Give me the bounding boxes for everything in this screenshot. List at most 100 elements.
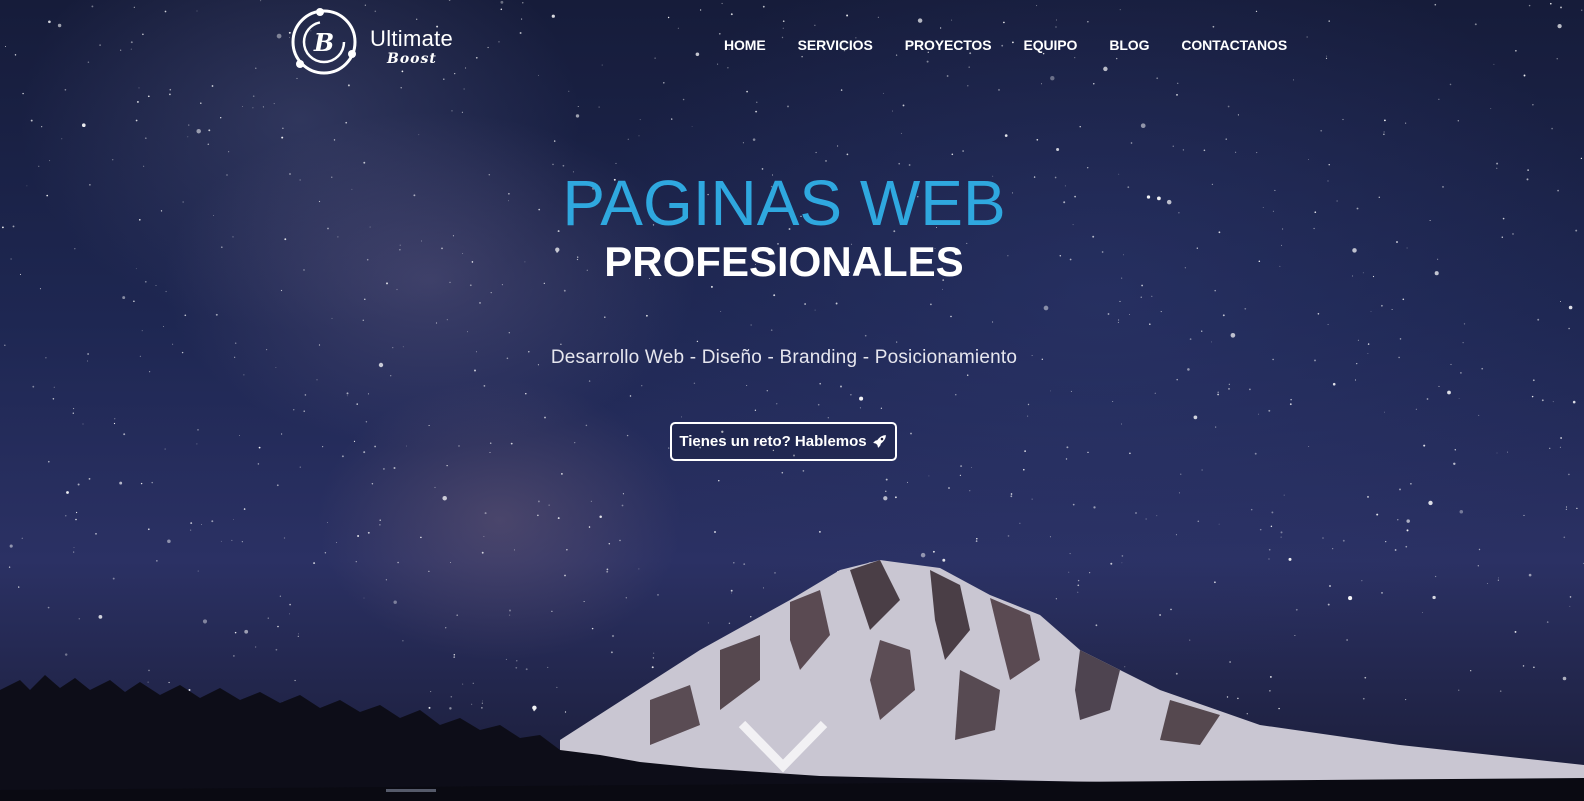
star: [900, 132, 902, 134]
nav-blog[interactable]: BLOG: [1109, 37, 1149, 53]
star: [894, 496, 897, 499]
star: [76, 511, 78, 514]
star: [1201, 469, 1203, 471]
star: [260, 0, 262, 2]
nav-proyectos[interactable]: PROYECTOS: [905, 37, 992, 53]
star: [548, 504, 550, 506]
logo-orbit-icon: B: [291, 8, 357, 75]
star: [1406, 529, 1409, 532]
star: [1532, 379, 1535, 382]
star: [142, 33, 144, 36]
star: [1575, 229, 1578, 232]
star: [837, 145, 839, 147]
star: [1290, 398, 1292, 401]
star: [211, 520, 214, 523]
star: [281, 136, 284, 139]
star: [500, 8, 503, 11]
star: [48, 460, 50, 463]
star: [641, 385, 643, 387]
star: [1438, 98, 1440, 100]
star: [448, 0, 451, 1]
star: [782, 20, 785, 23]
star: [406, 445, 408, 447]
star: [4, 344, 6, 347]
star: [1019, 522, 1021, 524]
star: [196, 10, 198, 12]
star: [1367, 495, 1369, 498]
cta-button[interactable]: Tienes un reto? Hablemos: [670, 422, 897, 461]
star: [948, 487, 950, 489]
star: [364, 298, 366, 301]
star: [446, 319, 448, 321]
star: [1559, 300, 1562, 303]
star: [682, 98, 685, 101]
star: [654, 57, 656, 59]
star: [1227, 105, 1230, 108]
star: [500, 0, 504, 4]
star: [629, 395, 632, 397]
star: [1024, 450, 1026, 452]
star: [1328, 20, 1330, 22]
star: [30, 119, 33, 122]
star: [164, 448, 166, 450]
star: [200, 102, 202, 104]
star: [1007, 535, 1010, 537]
cta-label: Tienes un reto? Hablemos: [679, 433, 867, 450]
star: [147, 95, 150, 98]
star: [1292, 79, 1294, 81]
star: [1056, 147, 1060, 152]
nav-home[interactable]: HOME: [724, 37, 766, 53]
star: [1176, 94, 1178, 96]
star: [1255, 10, 1258, 13]
star: [458, 445, 460, 447]
star: [1565, 508, 1568, 510]
star: [276, 33, 282, 39]
star: [151, 481, 153, 484]
star: [1197, 520, 1200, 523]
star: [479, 302, 481, 304]
star: [379, 519, 381, 521]
star: [1399, 338, 1402, 340]
star: [1493, 63, 1495, 65]
chevron-down-icon[interactable]: [736, 716, 830, 776]
star: [762, 5, 765, 8]
star: [474, 369, 476, 372]
star: [119, 481, 123, 485]
star: [88, 478, 91, 480]
star: [766, 389, 769, 392]
star: [718, 32, 721, 35]
star: [1402, 298, 1405, 301]
nav-servicios[interactable]: SERVICIOS: [798, 37, 873, 53]
star: [942, 288, 943, 290]
star: [718, 480, 720, 482]
star: [357, 535, 360, 537]
star: [885, 490, 887, 492]
star: [257, 463, 260, 465]
star: [1268, 409, 1271, 412]
star: [818, 530, 821, 533]
star: [695, 52, 700, 57]
star: [280, 289, 283, 292]
star: [1180, 473, 1182, 475]
star: [727, 67, 729, 69]
star: [510, 442, 513, 445]
star: [356, 403, 358, 405]
nav-contactanos[interactable]: CONTACTANOS: [1181, 37, 1287, 53]
star: [363, 451, 366, 454]
star: [490, 292, 492, 294]
star: [1559, 446, 1561, 448]
star: [498, 41, 500, 43]
star: [1156, 515, 1158, 517]
star: [1550, 2, 1552, 5]
star: [220, 117, 222, 119]
star: [522, 2, 524, 4]
star: [585, 424, 588, 427]
star: [537, 514, 539, 517]
star: [577, 106, 579, 108]
nav-equipo[interactable]: EQUIPO: [1023, 37, 1077, 53]
star: [1228, 388, 1230, 390]
star: [1438, 385, 1440, 387]
brand-logo[interactable]: B Ultimate Boost: [290, 6, 470, 78]
star: [1120, 423, 1123, 425]
star: [1036, 5, 1038, 7]
